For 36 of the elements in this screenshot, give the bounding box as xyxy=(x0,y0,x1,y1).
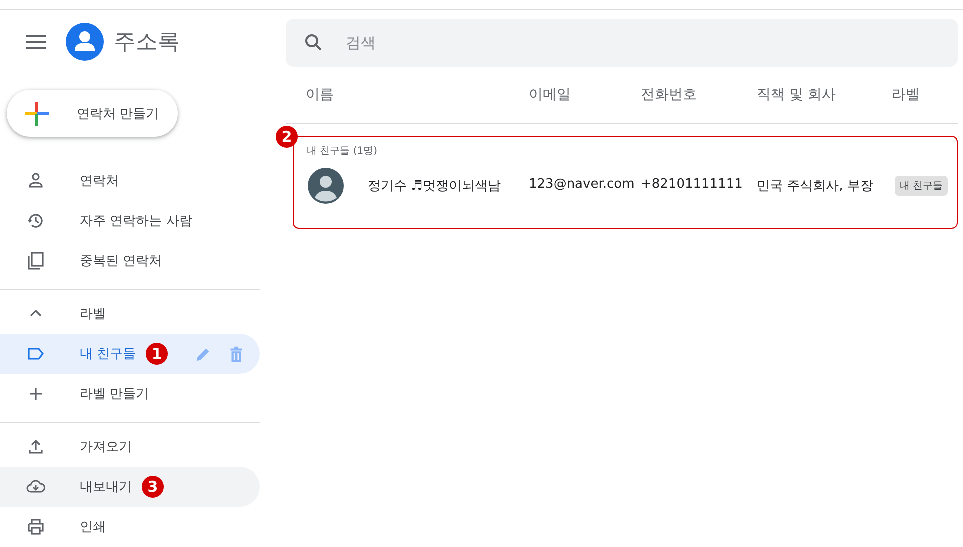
menu-item[interactable]: 가져오기 xyxy=(0,427,260,467)
search-field[interactable]: 검색 xyxy=(286,19,958,67)
create-contact-button[interactable]: 연락처 만들기 xyxy=(7,90,178,137)
copy-icon xyxy=(26,251,46,271)
column-header[interactable]: 라벨 xyxy=(892,86,920,104)
printer-icon xyxy=(26,517,46,537)
label-chip: 내 친구들 xyxy=(895,176,948,196)
annotation-badge: 3 xyxy=(142,476,164,498)
nav-item[interactable]: 자주 연락하는 사람 xyxy=(0,201,260,241)
annotation-badge: 1 xyxy=(146,343,168,365)
search-icon xyxy=(304,33,324,53)
group-title: 내 친구들 (1명) xyxy=(306,145,379,158)
column-header[interactable]: 이메일 xyxy=(529,86,571,104)
create-label-item[interactable]: 라벨 만들기 xyxy=(0,374,260,414)
column-header[interactable]: 전화번호 xyxy=(641,86,697,104)
contacts-logo-icon xyxy=(66,23,104,61)
column-header[interactable]: 직책 및 회사 xyxy=(757,86,836,104)
labels-header[interactable]: 라벨 xyxy=(0,294,260,334)
nav-item[interactable]: 연락처 xyxy=(0,161,260,201)
avatar-icon xyxy=(308,168,344,204)
app-title: 주소록 xyxy=(114,29,180,57)
history-icon xyxy=(26,211,46,231)
person-icon xyxy=(26,171,46,191)
contact-phone: +82101111111 xyxy=(641,177,743,192)
plus-icon xyxy=(25,102,49,126)
menu-icon[interactable] xyxy=(26,35,46,49)
column-header[interactable]: 이름 xyxy=(306,86,334,104)
menu-item[interactable]: 내보내기 3 xyxy=(0,467,260,507)
label-item[interactable]: 내 친구들 1 xyxy=(0,334,260,374)
nav-item[interactable]: 중복된 연락처 xyxy=(0,241,260,281)
contact-job: 민국 주식회사, 부장 xyxy=(757,178,874,195)
contact-email: 123@naver.com xyxy=(529,177,635,192)
contact-name: 정기수 ♬멋쟁이뇌색남 xyxy=(368,178,501,195)
menu-item[interactable]: 인쇄 xyxy=(0,507,260,547)
annotation-badge: 2 xyxy=(276,126,298,148)
upload-icon xyxy=(26,437,46,457)
